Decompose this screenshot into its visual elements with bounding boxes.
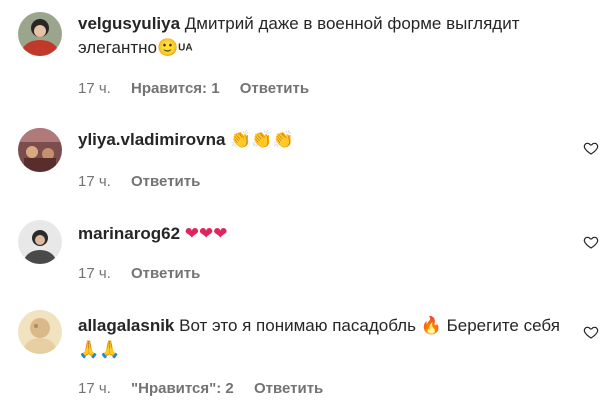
reply-button[interactable]: Ответить: [240, 80, 309, 97]
comment-text: velgusyuliya Дмитрий даже в военной форм…: [78, 12, 578, 61]
comment-body: Вот это я понимаю пасадобль: [179, 316, 416, 335]
comment-text: allagalasnik Вот это я понимаю пасадобль…: [78, 314, 578, 362]
comment-body-2: Берегите себя: [446, 316, 560, 335]
comment-text: marinarog62 ❤❤❤: [78, 222, 578, 246]
flag-badge: UA: [178, 42, 193, 54]
heart-outline-icon[interactable]: [583, 324, 599, 340]
avatar[interactable]: [18, 310, 62, 354]
comment-meta: 17 ч. Ответить: [78, 265, 216, 282]
reply-button[interactable]: Ответить: [131, 173, 200, 190]
username[interactable]: allagalasnik: [78, 316, 174, 335]
comment-meta: 17 ч. "Нравится": 2 Ответить: [78, 380, 339, 397]
clap-emoji: 👏👏👏: [230, 130, 294, 149]
avatar[interactable]: [18, 220, 62, 264]
reply-button[interactable]: Ответить: [254, 380, 323, 397]
avatar[interactable]: [18, 12, 62, 56]
likes-count[interactable]: "Нравится": 2: [131, 380, 234, 397]
username[interactable]: velgusyuliya: [78, 14, 180, 33]
pray-emoji: 🙏🙏: [78, 340, 121, 359]
reply-button[interactable]: Ответить: [131, 265, 200, 282]
comment-meta: 17 ч. Нравится: 1 Ответить: [78, 80, 325, 97]
comment-meta: 17 ч. Ответить: [78, 173, 216, 190]
timestamp: 17 ч.: [78, 265, 111, 282]
timestamp: 17 ч.: [78, 173, 111, 190]
heart-emoji: ❤❤❤: [184, 224, 228, 243]
likes-count[interactable]: Нравится: 1: [131, 80, 220, 97]
username[interactable]: marinarog62: [78, 224, 180, 243]
username[interactable]: yliya.vladimirovna: [78, 130, 225, 149]
heart-outline-icon[interactable]: [583, 140, 599, 156]
comment-text: yliya.vladimirovna 👏👏👏: [78, 128, 578, 152]
heart-outline-icon[interactable]: [583, 234, 599, 250]
timestamp: 17 ч.: [78, 80, 111, 97]
fire-emoji: 🔥: [420, 316, 442, 335]
smile-emoji: 🙂: [156, 38, 179, 57]
avatar[interactable]: [18, 128, 62, 172]
timestamp: 17 ч.: [78, 380, 111, 397]
